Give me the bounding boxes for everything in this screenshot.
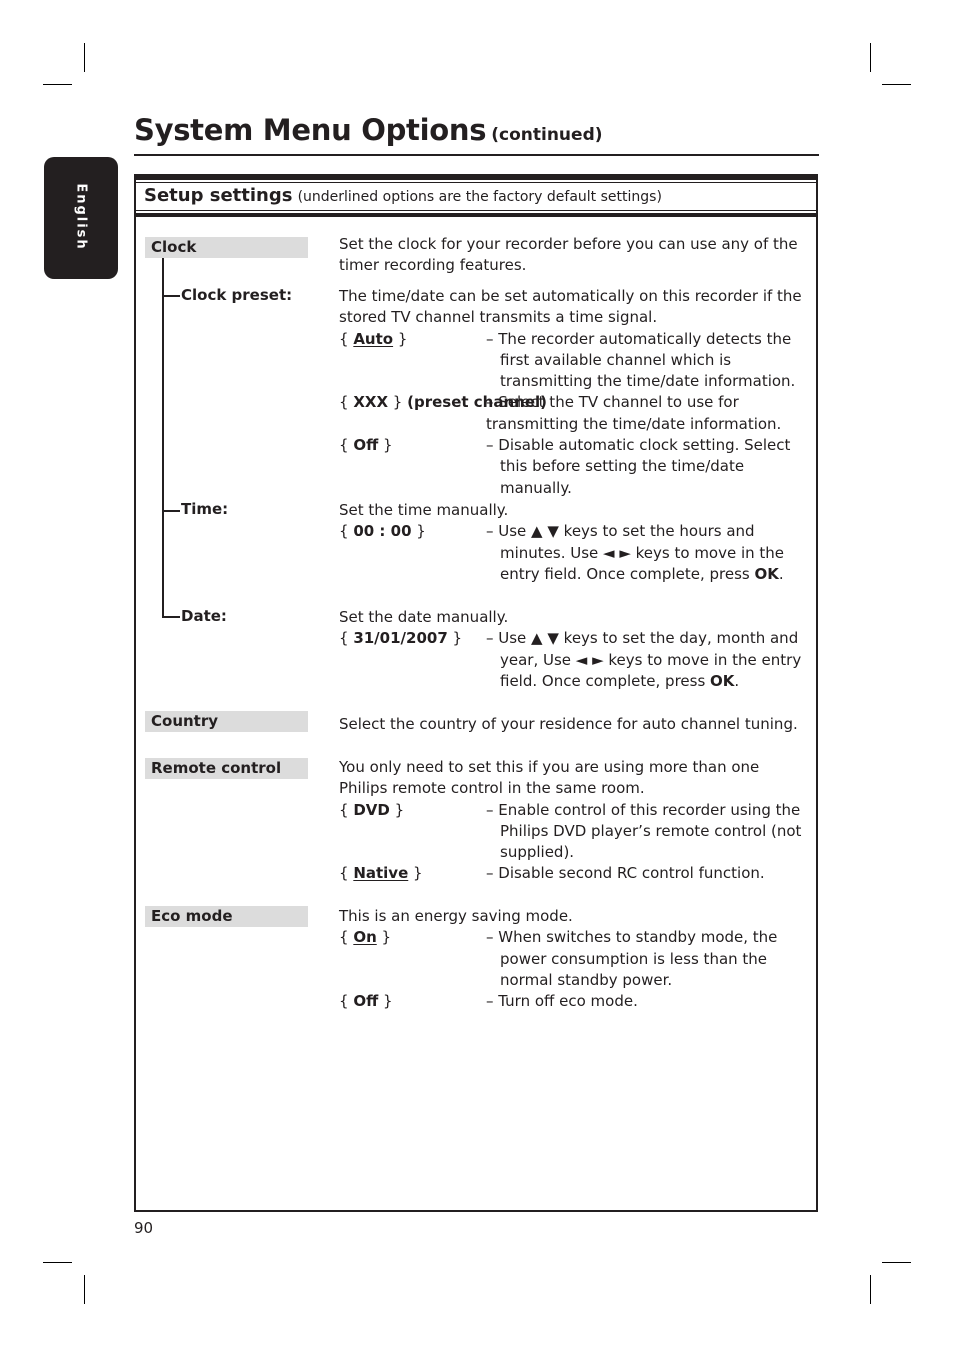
section-header: Setup settings (underlined options are t… — [136, 176, 816, 217]
tree-connector — [162, 258, 164, 618]
option-off: { Off } – Turn off eco mode. — [339, 991, 809, 1012]
header-rule — [136, 176, 816, 180]
tree-branch — [162, 616, 180, 618]
page-title-main: System Menu Options — [134, 113, 487, 147]
option-text: – The recorder automatically detects the… — [486, 329, 796, 391]
crop-mark — [882, 1262, 911, 1263]
crop-mark — [84, 1275, 85, 1304]
title-divider — [134, 154, 819, 156]
setting-label-text: Clock — [151, 238, 197, 256]
setting-label-text: Country — [151, 712, 219, 730]
sub-label-date: Date: — [181, 607, 227, 625]
setting-label-text: Remote control — [151, 759, 282, 777]
header-rule — [136, 210, 816, 211]
description-text: You only need to set this if you are usi… — [339, 758, 760, 798]
date-description: Set the date manually. { 31/01/2007 } – … — [339, 607, 809, 692]
crop-mark — [43, 84, 72, 85]
header-rule — [136, 213, 816, 217]
tree-branch — [162, 295, 180, 297]
setting-label-clock: Clock — [145, 237, 308, 258]
option-on: { On } – When switches to standby mode, … — [339, 927, 809, 991]
time-description: Set the time manually. { 00 : 00 } – Use… — [339, 500, 809, 585]
crop-mark — [870, 1275, 871, 1304]
language-tab-label: English — [73, 183, 89, 251]
option-date: { 31/01/2007 } – Use ▲ ▼ keys to set the… — [339, 628, 809, 692]
section-heading: Setup settings (underlined options are t… — [144, 185, 662, 206]
sub-label-time: Time: — [181, 500, 229, 518]
section-note: (underlined options are the factory defa… — [297, 189, 662, 205]
header-rule — [136, 182, 816, 183]
option-text: – Use ▲ ▼ keys to set the hours and minu… — [486, 522, 785, 583]
clock-preset-description: The time/date can be set automatically o… — [339, 286, 809, 499]
remote-control-description: You only need to set this if you are usi… — [339, 757, 809, 885]
description-text: The time/date can be set automatically o… — [339, 287, 802, 327]
option-key: { DVD } — [339, 800, 405, 819]
option-text: – Enable control of this recorder using … — [486, 800, 802, 862]
option-text: – Use ▲ ▼ keys to set the day, month and… — [486, 629, 802, 690]
page-number: 90 — [134, 1219, 154, 1237]
option-text: – Turn off eco mode. — [486, 992, 638, 1011]
setting-label-country: Country — [145, 711, 308, 732]
crop-mark — [84, 43, 85, 72]
language-tab: English — [44, 157, 118, 279]
clock-description: Set the clock for your recorder before y… — [339, 234, 809, 277]
option-key: { Off } — [339, 436, 393, 455]
option-native: { Native } – Disable second RC control f… — [339, 863, 809, 884]
page-title: System Menu Options (continued) — [134, 113, 603, 147]
crop-mark — [882, 84, 911, 85]
option-key: { On } — [339, 928, 392, 947]
section-title: Setup settings — [144, 185, 293, 206]
setting-label-remote-control: Remote control — [145, 758, 308, 779]
sub-label-clock-preset: Clock preset: — [181, 286, 293, 304]
description-text: Set the time manually. — [339, 501, 509, 519]
setting-label-text: Eco mode — [151, 907, 233, 925]
option-dvd: { DVD } – Enable control of this recorde… — [339, 800, 809, 864]
option-key: { Native } — [339, 864, 423, 883]
tree-branch — [162, 510, 180, 512]
crop-mark — [870, 43, 871, 72]
country-description: Select the country of your residence for… — [339, 714, 809, 735]
option-key: { 31/01/2007 } — [339, 629, 463, 648]
description-text: Select the country of your residence for… — [339, 715, 798, 733]
description-text: Set the clock for your recorder before y… — [339, 235, 798, 275]
option-time: { 00 : 00 } – Use ▲ ▼ keys to set the ho… — [339, 521, 809, 585]
setting-label-eco-mode: Eco mode — [145, 906, 308, 927]
option-auto: { Auto } – The recorder automatically de… — [339, 329, 809, 393]
description-text: Set the date manually. — [339, 608, 509, 626]
eco-mode-description: This is an energy saving mode. { On } – … — [339, 906, 809, 1012]
option-preset-channel: { XXX } (preset channel) – Select the TV… — [339, 392, 809, 435]
option-key: { Auto } — [339, 329, 408, 348]
option-text: – Disable second RC control function. — [486, 864, 765, 883]
option-key: { XXX } (preset channel) — [339, 393, 547, 412]
option-off: { Off } – Disable automatic clock settin… — [339, 435, 809, 499]
option-key: { Off } — [339, 992, 393, 1011]
option-text: – When switches to standby mode, the pow… — [486, 928, 778, 989]
option-key: { 00 : 00 } — [339, 522, 426, 541]
description-text: This is an energy saving mode. — [339, 907, 573, 925]
crop-mark — [43, 1262, 72, 1263]
option-text: – Disable automatic clock setting. Selec… — [486, 436, 791, 497]
page-title-suffix: (continued) — [491, 125, 603, 145]
